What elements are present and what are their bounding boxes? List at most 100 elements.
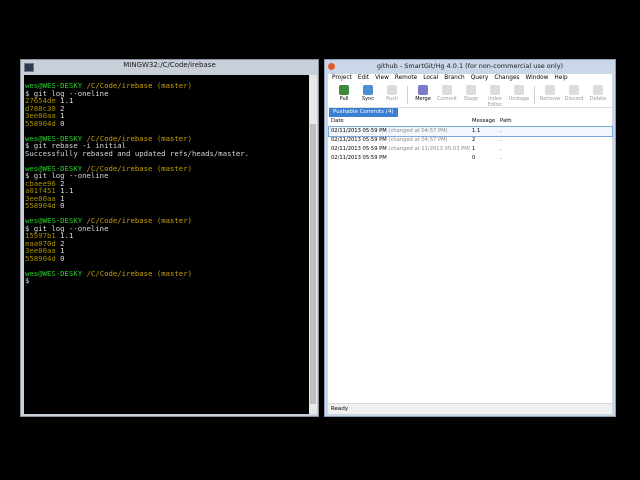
terminal-scrollbar[interactable]	[309, 75, 317, 414]
cell-path: .	[500, 137, 502, 143]
commit-message: 0	[60, 253, 65, 263]
remove-icon	[545, 85, 555, 95]
unstage-button[interactable]: Unstage	[507, 83, 531, 107]
menu-bar: Project Edit View Remote Local Branch Query Cha…	[328, 74, 612, 83]
discard-button[interactable]: Discard	[562, 83, 586, 107]
sync-button[interactable]: Sync	[356, 83, 380, 107]
cell-message: 1.1	[472, 128, 481, 134]
remove-button[interactable]: Remove	[538, 83, 562, 107]
cell-message: 0	[472, 155, 476, 161]
delete-button[interactable]: Delete	[586, 83, 610, 107]
terminal-commit-line: 3ee80aa 1	[24, 247, 310, 255]
prompt-branch: (master)	[156, 216, 192, 225]
commit-changed-note: (changed at 04:57 PM)	[388, 137, 448, 143]
stage-button[interactable]: Stage	[459, 83, 483, 107]
smartgit-window[interactable]: github - SmartGit/Hg 4.0.1 (for non-comm…	[324, 59, 616, 417]
smartgit-content: Project Edit View Remote Local Branch Query Cha…	[328, 74, 613, 414]
terminal-command-line: $	[25, 276, 30, 285]
menu-window[interactable]: Window	[523, 74, 552, 83]
terminal-commit-line: 558904d 0	[24, 202, 310, 210]
menu-branch[interactable]: Branch	[441, 74, 467, 83]
index-editor-icon	[490, 85, 500, 95]
toolbar-label: Pull	[339, 96, 349, 102]
commit-message: 0	[60, 201, 65, 210]
cell-path: .	[500, 146, 502, 152]
toolbar-label: Stage	[463, 96, 479, 102]
push-icon	[387, 85, 397, 95]
cell-date: 02/11/2013 05:59 PM (changed at 11/2013 …	[329, 145, 470, 154]
menu-view[interactable]: View	[372, 74, 392, 83]
menu-changes[interactable]: Changes	[491, 74, 522, 83]
discard-icon	[569, 85, 579, 95]
menu-query[interactable]: Query	[468, 74, 492, 83]
tab-pushable-commits[interactable]: Pushable Commits (4)	[329, 108, 398, 117]
commit-icon	[442, 85, 452, 95]
toolbar-label: Sync	[361, 96, 375, 102]
commit-hash: 558904d	[25, 253, 56, 263]
commit-changed-note: (changed at 04:57 PM)	[388, 128, 448, 134]
table-row[interactable]: 02/11/2013 05:59 PM (changed at 11/2013 …	[329, 145, 612, 154]
terminal-window[interactable]: MINGW32:/C/Code/irebase wes@WES-DESKY /C…	[20, 59, 319, 417]
commits-table: Date Message Path 02/11/2013 05:59 PM (c…	[328, 118, 613, 163]
smartgit-title: github - SmartGit/Hg 4.0.1 (for non-comm…	[376, 62, 564, 70]
toolbar-separator	[407, 86, 408, 104]
table-row[interactable]: 02/11/2013 05:59 PM 0.	[329, 154, 612, 163]
smartgit-titlebar[interactable]: github - SmartGit/Hg 4.0.1 (for non-comm…	[325, 60, 615, 74]
terminal-title: MINGW32:/C/Code/irebase	[123, 61, 216, 69]
pull-icon	[339, 85, 349, 95]
toolbar-label: Index Editor	[487, 96, 503, 108]
delete-icon	[593, 85, 603, 95]
terminal-output-line: Successfully rebased and updated refs/he…	[25, 148, 250, 158]
column-date[interactable]: Date	[329, 118, 470, 126]
terminal-titlebar[interactable]: MINGW32:/C/Code/irebase	[21, 60, 318, 74]
toolbar-label: Discard	[564, 96, 584, 102]
pull-button[interactable]: Pull	[332, 83, 356, 107]
toolbar-label: Commit	[437, 96, 457, 102]
toolbar: Pull Sync Push Merge Commit Stage Index Editor…	[328, 83, 612, 108]
toolbar-label: Push	[386, 96, 398, 102]
terminal-commit-line: eaa070d 2	[24, 239, 310, 248]
push-button[interactable]: Push	[380, 83, 404, 107]
index-editor-button[interactable]: Index Editor	[483, 83, 507, 108]
terminal-prompt-line: wes@WES-DESKY /C/Code/irebase (master)	[24, 268, 310, 278]
prompt-branch: (master)	[156, 268, 192, 278]
merge-icon	[418, 85, 428, 95]
table-body: 02/11/2013 05:59 PM (changed at 04:57 PM…	[328, 126, 613, 163]
commit-message: 0	[60, 118, 65, 128]
terminal-commit-line: d788c30 2	[24, 104, 310, 113]
cell-path: .	[500, 128, 502, 134]
table-row[interactable]: 02/11/2013 05:59 PM (changed at 04:57 PM…	[328, 126, 613, 137]
cell-date: 02/11/2013 05:59 PM (changed at 04:57 PM…	[329, 136, 470, 145]
terminal-output[interactable]: wes@WES-DESKY /C/Code/irebase (master) $ …	[24, 75, 310, 414]
menu-edit[interactable]: Edit	[355, 74, 372, 83]
status-bar: Ready	[328, 403, 612, 414]
prompt-branch: (master)	[156, 81, 192, 90]
cell-path: .	[500, 155, 502, 161]
menu-project[interactable]: Project	[329, 74, 355, 83]
table-header: Date Message Path	[329, 118, 612, 127]
commit-changed-note: (changed at 11/2013 05:03 PM)	[388, 146, 470, 152]
table-row[interactable]: 02/11/2013 05:59 PM (changed at 04:57 PM…	[329, 136, 612, 145]
menu-remote[interactable]: Remote	[392, 74, 420, 83]
terminal-commit-line: 558904d 0	[24, 118, 310, 128]
terminal-scroll-thumb[interactable]	[310, 124, 316, 404]
terminal-commit-line: a01f451 1.1	[24, 187, 310, 195]
cell-message: 1	[472, 146, 476, 152]
commit-hash: 558904d	[25, 118, 56, 128]
menu-local[interactable]: Local	[420, 74, 441, 83]
commit-date: 02/11/2013 05:59 PM	[331, 146, 387, 152]
column-path[interactable]: Path	[498, 118, 515, 126]
column-message[interactable]: Message	[470, 118, 498, 126]
menu-help[interactable]: Help	[551, 74, 570, 83]
tab-bar: Pushable Commits (4)	[328, 108, 612, 117]
merge-button[interactable]: Merge	[411, 83, 435, 107]
cell-message: 2	[472, 137, 476, 143]
sync-icon	[363, 85, 373, 95]
commit-button[interactable]: Commit	[435, 83, 459, 107]
commit-date: 02/11/2013 05:59 PM	[331, 128, 387, 134]
toolbar-separator	[534, 86, 535, 104]
commit-hash: 558904d	[25, 201, 56, 210]
prompt-branch: (master)	[156, 163, 192, 173]
toolbar-label: Merge	[415, 96, 431, 102]
terminal-commit-line: 27654de 1.1	[24, 97, 310, 105]
